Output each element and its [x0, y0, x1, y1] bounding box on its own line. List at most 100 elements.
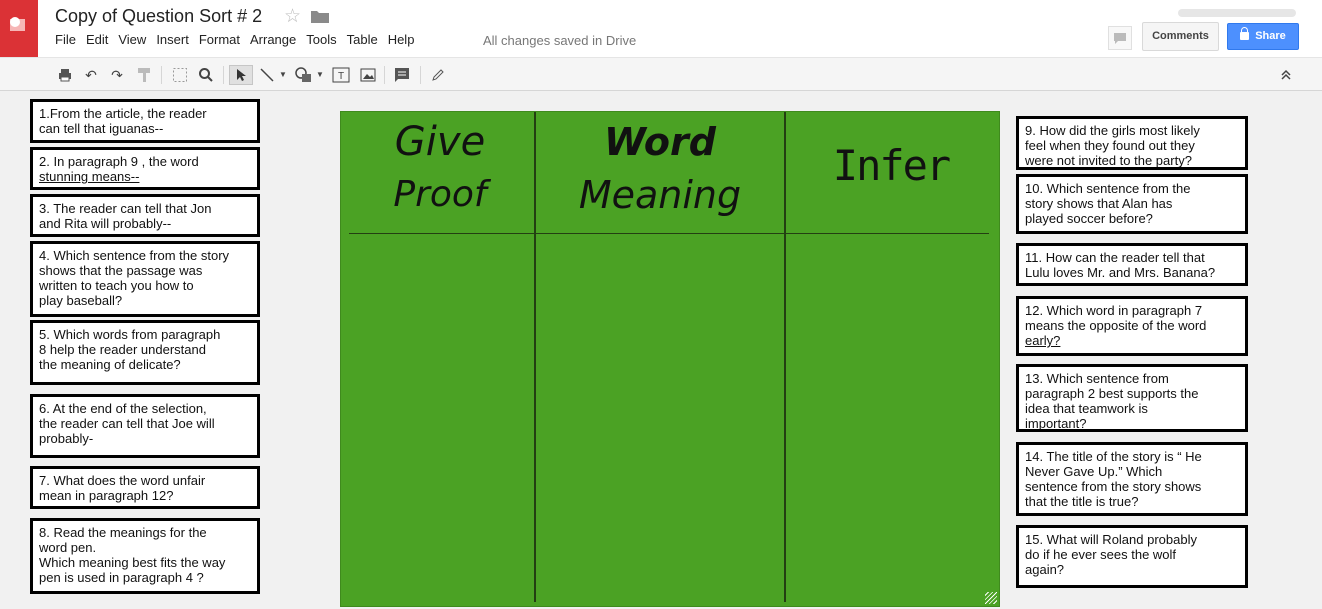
question-card-7[interactable]: 7. What does the word unfair mean in par… [30, 466, 260, 509]
zoom-icon[interactable] [196, 65, 216, 85]
menu-tools[interactable]: Tools [301, 33, 341, 47]
question-card-15[interactable]: 15. What will Roland probably do if he e… [1016, 525, 1248, 588]
q1-line-2: can tell that iguanas-- [39, 121, 164, 136]
q15-line-1: 15. What will Roland probably [1025, 532, 1197, 547]
menu-arrange[interactable]: Arrange [245, 33, 301, 47]
slides-logo-icon[interactable] [0, 0, 38, 57]
menu-view[interactable]: View [113, 33, 151, 47]
q8-line-2: word pen. [39, 540, 97, 555]
chat-icon [1114, 33, 1126, 44]
folder-icon[interactable] [311, 9, 329, 23]
column-heading-infer[interactable]: Infer [787, 138, 995, 194]
q8-line-1: 8. Read the meanings for the [39, 525, 207, 540]
q12-line-1: 12. Which word in paragraph 7 [1025, 303, 1203, 318]
menu-format[interactable]: Format [194, 33, 245, 47]
column-heading-word-meaning[interactable]: Word Meaning [537, 114, 783, 220]
line-icon[interactable] [257, 65, 277, 85]
question-card-11[interactable]: 11. How can the reader tell that Lulu lo… [1016, 243, 1248, 286]
q9-line-3: were not invited to the party? [1025, 153, 1192, 168]
question-card-5[interactable]: 5. Which words from paragraph 8 help the… [30, 320, 260, 385]
q3-line-2: and Rita will probably-- [39, 216, 172, 231]
toolbar: ↶ ↷ ▼ ▼ T [0, 57, 1322, 91]
q9-line-2: feel when they found out they [1025, 138, 1195, 153]
q13-line-4: important? [1025, 416, 1087, 431]
q4-line-4: play baseball? [39, 293, 123, 308]
chat-button[interactable] [1108, 26, 1132, 50]
document-title[interactable]: Copy of Question Sort # 2 [55, 6, 262, 27]
q6-line-3: probably- [39, 431, 94, 446]
column-heading-give-proof[interactable]: Give Proof [347, 114, 533, 220]
question-card-8[interactable]: 8. Read the meanings for the word pen. W… [30, 518, 260, 594]
shape-icon[interactable] [294, 65, 314, 85]
menu-insert[interactable]: Insert [151, 33, 194, 47]
sort-board[interactable]: Give Proof Word Meaning Infer [340, 111, 1000, 607]
q14-line-2: Never Gave Up.” Which [1025, 464, 1163, 479]
print-icon[interactable] [55, 65, 75, 85]
collapse-icon[interactable] [1276, 65, 1296, 85]
star-icon[interactable]: ☆ [284, 5, 301, 28]
share-label: Share [1255, 30, 1286, 42]
q13-line-2: paragraph 2 best supports the [1025, 386, 1199, 401]
question-card-10[interactable]: 10. Which sentence from the story shows … [1016, 174, 1248, 234]
question-card-1[interactable]: 1.From the article, the reader can tell … [30, 99, 260, 143]
q5-line-2: 8 help the reader understand [39, 342, 206, 357]
app-header: Copy of Question Sort # 2 ☆ File Edit Vi… [0, 0, 1322, 57]
slide-canvas: 1.From the article, the reader can tell … [0, 91, 1322, 609]
q5-line-1: 5. Which words from paragraph [39, 327, 221, 342]
resize-handle-icon[interactable] [985, 592, 997, 604]
column-2-line-1: Word [604, 120, 716, 164]
q13-line-1: 13. Which sentence from [1025, 371, 1169, 386]
image-icon[interactable] [358, 65, 378, 85]
q8-line-3: Which meaning best fits the way [39, 555, 226, 570]
question-card-6[interactable]: 6. At the end of the selection, the read… [30, 394, 260, 458]
comments-button[interactable]: Comments [1142, 22, 1219, 51]
q1-line-1: 1.From the article, the reader [39, 106, 207, 121]
q3-line-1: 3. The reader can tell that Jon [39, 201, 212, 216]
question-card-14[interactable]: 14. The title of the story is “ He Never… [1016, 442, 1248, 516]
line-dropdown-icon[interactable]: ▼ [278, 65, 288, 85]
menu-table[interactable]: Table [342, 33, 383, 47]
q6-line-1: 6. At the end of the selection, [39, 401, 207, 416]
q14-line-1: 14. The title of the story is “ He [1025, 449, 1202, 464]
question-card-4[interactable]: 4. Which sentence from the story shows t… [30, 241, 260, 317]
column-1-line-1: Give [394, 119, 486, 165]
q15-line-2: do if he ever sees the wolf [1025, 547, 1177, 562]
menu-bar: File Edit View Insert Format Arrange Too… [55, 33, 419, 47]
shape-dropdown-icon[interactable]: ▼ [315, 65, 325, 85]
menu-edit[interactable]: Edit [81, 33, 113, 47]
q14-line-4: that the title is true? [1025, 494, 1139, 509]
q12-line-3: early? [1025, 333, 1061, 348]
select-icon[interactable] [229, 65, 253, 85]
column-3-line-1: Infer [832, 141, 951, 190]
column-1-line-2: Proof [393, 174, 487, 215]
menu-file[interactable]: File [55, 33, 81, 47]
share-button[interactable]: Share [1227, 23, 1299, 50]
text-box-icon[interactable]: T [331, 65, 351, 85]
comment-icon[interactable] [392, 65, 412, 85]
q14-line-3: sentence from the story shows [1025, 479, 1202, 494]
q4-line-2: shows that the passage was [39, 263, 203, 278]
q2-line-2: stunning means-- [39, 169, 140, 184]
zoom-fit-icon[interactable] [170, 65, 190, 85]
undo-icon[interactable]: ↶ [81, 65, 101, 85]
redo-icon[interactable]: ↷ [107, 65, 127, 85]
q15-line-3: again? [1025, 562, 1065, 577]
pencil-icon[interactable] [428, 65, 448, 85]
paint-format-icon[interactable] [134, 65, 154, 85]
question-card-2[interactable]: 2. In paragraph 9 , the word stunning me… [30, 147, 260, 190]
column-divider-2 [784, 112, 786, 602]
q7-line-1: 7. What does the word unfair [39, 473, 206, 488]
q12-line-2: means the opposite of the word [1025, 318, 1207, 333]
question-card-12[interactable]: 12. Which word in paragraph 7 means the … [1016, 296, 1248, 356]
menu-help[interactable]: Help [383, 33, 420, 47]
column-divider-1 [534, 112, 536, 602]
q4-line-1: 4. Which sentence from the story [39, 248, 230, 263]
q10-line-2: story shows that Alan has [1025, 196, 1173, 211]
question-card-9[interactable]: 9. How did the girls most likely feel wh… [1016, 116, 1248, 170]
question-card-13[interactable]: 13. Which sentence from paragraph 2 best… [1016, 364, 1248, 432]
account-email[interactable] [1178, 9, 1296, 17]
question-card-3[interactable]: 3. The reader can tell that Jon and Rita… [30, 194, 260, 237]
save-status[interactable]: All changes saved in Drive [483, 33, 636, 48]
q2-line-1: 2. In paragraph 9 , the word [39, 154, 199, 169]
q9-line-1: 9. How did the girls most likely [1025, 123, 1200, 138]
